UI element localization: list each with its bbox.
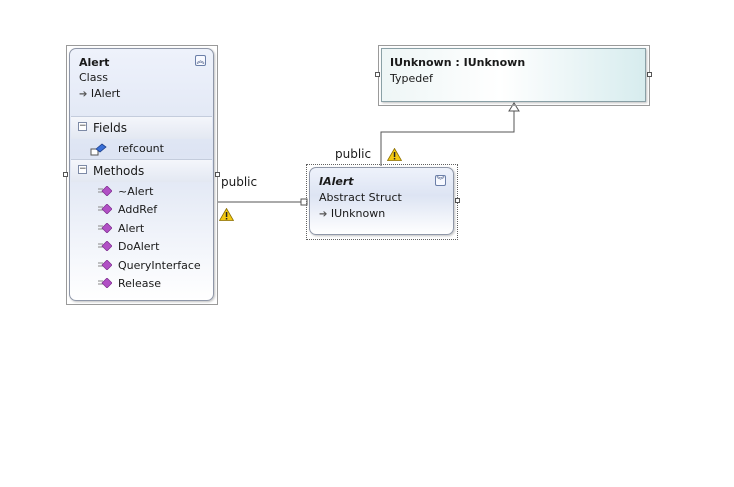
method-item[interactable]: Release [118,277,161,290]
fields-collapse-toggle[interactable]: − [78,122,87,131]
ialert-struct-base-name: IUnknown [330,207,386,220]
resize-handle-right[interactable] [455,198,460,203]
method-icon [98,241,112,251]
fields-compartment-header[interactable]: − Fields [71,116,212,139]
methods-collapse-toggle[interactable]: − [78,165,87,174]
warning-icon[interactable] [219,208,234,221]
alert-class-name: Alert [79,56,110,69]
method-item[interactable]: ~Alert [118,185,153,198]
inheritance-arrow-icon: ➔ [319,209,328,220]
resize-handle-left[interactable] [63,172,68,177]
alert-class-shape[interactable]: Alert Class ➔ IAlert ︽ − Fields refcount… [69,48,214,301]
ialert-struct-name: IAlert [319,175,354,188]
field-icon [90,143,107,156]
resize-handle-right[interactable] [647,72,652,77]
iunknown-typedef-name: IUnknown : IUnknown [390,56,526,69]
alert-class-kind: Class [79,71,108,84]
methods-compartment-header[interactable]: − Methods [71,159,212,182]
ialert-struct-base: ➔ IUnknown [319,207,385,220]
method-icon [98,260,112,270]
inheritance-arrow-icon: ➔ [79,89,88,100]
iunknown-typedef-kind: Typedef [390,72,433,85]
collapse-chevron-up-icon[interactable]: ︽ [195,55,206,66]
ialert-struct-kind: Abstract Struct [319,191,402,204]
resize-handle-right[interactable] [215,172,220,177]
method-icon [98,204,112,214]
alert-class-base: ➔ IAlert [79,87,120,100]
class-diagram-canvas[interactable]: Alert Class ➔ IAlert ︽ − Fields refcount… [0,0,734,487]
method-item[interactable]: AddRef [118,203,157,216]
method-item[interactable]: Alert [118,222,144,235]
alert-class-base-name: IAlert [90,87,121,100]
method-item[interactable]: QueryInterface [118,259,201,272]
connector-label-alert-ialert: public [221,175,258,189]
connector-label-ialert-iunknown: public [335,147,372,161]
fields-label: Fields [93,121,127,135]
iunknown-typedef-shape[interactable]: IUnknown : IUnknown Typedef [381,48,646,102]
methods-label: Methods [93,164,145,178]
method-icon [98,186,112,196]
method-item[interactable]: DoAlert [118,240,159,253]
expand-chevron-down-icon[interactable]: ︾ [435,175,446,186]
resize-handle-left[interactable] [375,72,380,77]
ialert-struct-shape[interactable]: IAlert Abstract Struct ➔ IUnknown ︾ [309,167,454,235]
field-item[interactable]: refcount [118,142,164,155]
method-icon [98,223,112,233]
warning-icon[interactable] [387,148,402,161]
method-icon [98,278,112,288]
